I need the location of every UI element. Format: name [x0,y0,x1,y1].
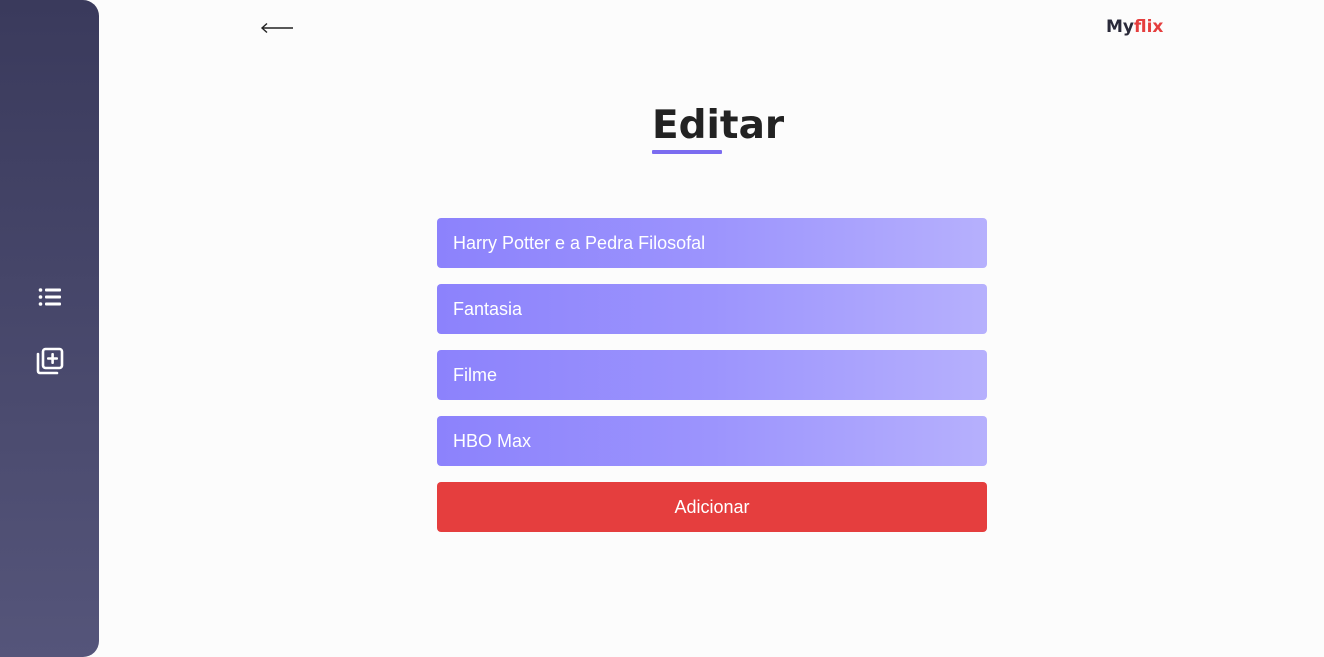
arrow-left-icon [260,22,293,34]
back-button[interactable] [260,16,296,40]
sidebar-item-list[interactable] [30,277,70,317]
title-input[interactable] [437,218,987,268]
list-icon [38,287,61,306]
type-input[interactable] [437,350,987,400]
platform-input[interactable] [437,416,987,466]
edit-form: Adicionar [437,218,987,532]
brand-logo-part2: flix [1134,17,1164,37]
sidebar [0,0,99,657]
sidebar-item-add[interactable] [30,341,70,381]
page-title: Editar [652,103,785,148]
page-header: Editar [652,100,784,154]
brand-logo-part1: My [1106,17,1134,37]
add-button[interactable]: Adicionar [437,482,987,532]
brand-logo[interactable]: Myflix [1106,17,1163,37]
genre-input[interactable] [437,284,987,334]
add-library-icon [36,347,63,374]
